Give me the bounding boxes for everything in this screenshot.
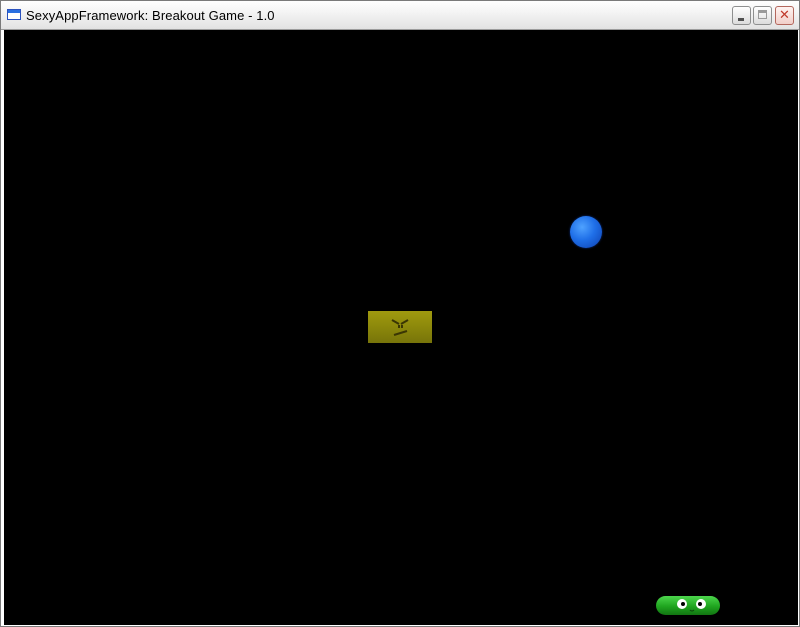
minimize-icon (738, 18, 744, 21)
close-button[interactable]: ✕ (775, 6, 794, 25)
close-icon: ✕ (779, 8, 790, 23)
app-window: SexyAppFramework: Breakout Game - 1.0 ✕ (0, 0, 800, 627)
paddle[interactable] (656, 596, 720, 615)
maximize-icon (758, 10, 767, 19)
game-canvas[interactable] (4, 30, 798, 625)
title-bar[interactable]: SexyAppFramework: Breakout Game - 1.0 ✕ (1, 1, 799, 30)
minimize-button[interactable] (732, 6, 751, 25)
window-title: SexyAppFramework: Breakout Game - 1.0 (26, 8, 275, 23)
ball (570, 216, 602, 248)
angry-face-icon (391, 319, 409, 336)
brick (368, 311, 432, 343)
maximize-button[interactable] (753, 6, 772, 25)
googly-eyes-icon (677, 599, 706, 612)
app-window-icon[interactable] (7, 9, 21, 20)
